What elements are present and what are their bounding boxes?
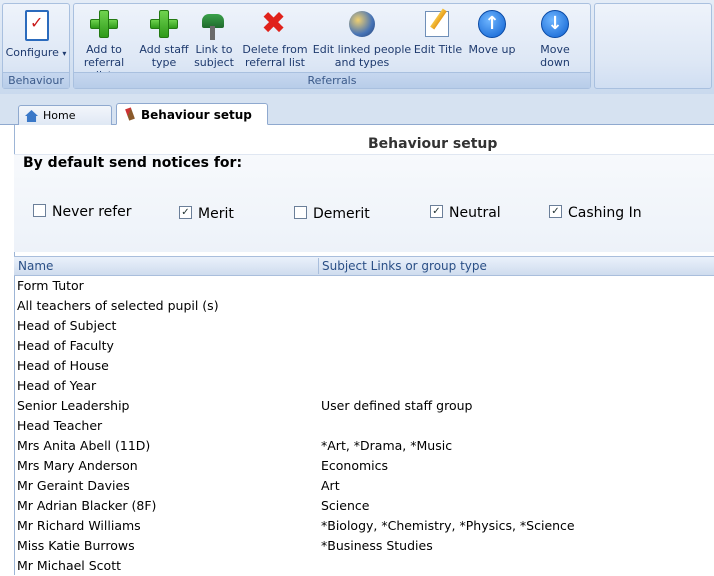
cell-subject-links: *Art, *Drama, *Music	[321, 438, 453, 453]
configure-label: Configure	[5, 46, 59, 59]
cell-name: Head Teacher	[17, 418, 103, 433]
document-tab-bar: Home page Behaviour setup	[0, 94, 714, 142]
behaviour-group: Configure ▾ Behaviour	[2, 3, 70, 89]
table-row[interactable]: Mr Richard Williams *Biology, *Chemistry,…	[14, 516, 714, 536]
table-row[interactable]: Form Tutor	[14, 276, 714, 296]
table-row[interactable]: Head of House	[14, 356, 714, 376]
cell-name: Head of House	[17, 358, 109, 373]
people-globe-icon	[346, 8, 378, 40]
referrals-group-label: Referrals	[74, 72, 590, 88]
table-row[interactable]: Mr Michael Scott	[14, 556, 714, 576]
ribbon: Configure ▾ Behaviour Add to referral li…	[0, 0, 714, 95]
neutral-checkbox[interactable]: ✓ Neutral	[430, 204, 501, 221]
cell-subject-links: Economics	[321, 458, 389, 473]
table-row[interactable]: Mrs Mary Anderson Economics	[14, 456, 714, 476]
tab-behaviour-setup-label: Behaviour setup	[141, 108, 252, 122]
cell-subject-links: Art	[321, 478, 340, 493]
checkbox-box[interactable]	[33, 203, 46, 217]
notices-title: By default send notices for:	[23, 155, 243, 171]
column-header-subject-links[interactable]: Subject Links or group type	[322, 259, 487, 273]
home-icon	[25, 110, 38, 122]
table-row[interactable]: Senior Leadership User defined staff grou…	[14, 396, 714, 416]
edit-title-button[interactable]: Edit Title	[412, 8, 464, 56]
chevron-down-icon: ▾	[62, 49, 67, 58]
tab-home-page[interactable]: Home page	[18, 105, 112, 142]
table-row[interactable]: Head of Faculty	[14, 336, 714, 356]
cell-subject-links: User defined staff group	[321, 398, 473, 413]
behaviour-group-label: Behaviour	[3, 72, 69, 88]
cell-name: Head of Year	[17, 378, 97, 393]
cell-name: Mrs Anita Abell (11D)	[17, 438, 151, 453]
cell-subject-links: *Biology, *Chemistry, *Physics, *Science	[321, 518, 575, 533]
checkbox-box[interactable]	[294, 205, 307, 219]
table-row[interactable]: All teachers of selected pupil (s)	[14, 296, 714, 316]
demerit-checkbox[interactable]: Demerit	[294, 205, 370, 222]
configure-button[interactable]: Configure ▾	[5, 8, 67, 60]
cell-subject-links: Science	[321, 498, 370, 513]
referrals-group: Add to referral list Add staff type Link…	[73, 3, 591, 89]
cell-subject-links: *Business Studies	[321, 538, 433, 553]
clipboard-check-icon	[20, 8, 52, 41]
cell-name: Mr Adrian Blacker (8F)	[17, 498, 157, 513]
table-row[interactable]: Miss Katie Burrows *Business Studies	[14, 536, 714, 556]
cashing-in-checkbox[interactable]: ✓ Cashing In	[549, 204, 642, 221]
cell-name: Mrs Mary Anderson	[17, 458, 138, 473]
signpost-icon	[198, 8, 230, 40]
arrow-down-icon: ↓	[539, 8, 571, 40]
never-refer-checkbox[interactable]: Never refer	[33, 203, 132, 220]
grid-body: Form Tutor All teachers of selected pupil…	[14, 276, 714, 576]
brush-icon	[125, 107, 135, 121]
merit-checkbox[interactable]: ✓ Merit	[179, 205, 234, 222]
grid-header: Name Subject Links or group type	[14, 256, 714, 276]
add-to-referral-list-button[interactable]: Add to referral list	[76, 8, 132, 82]
link-to-subject-button[interactable]: Link to subject	[188, 8, 240, 69]
tab-behaviour-setup[interactable]: Behaviour setup	[116, 103, 268, 125]
cell-name: Mr Michael Scott	[17, 558, 122, 573]
green-plus-icon	[148, 8, 180, 40]
table-row[interactable]: Mr Adrian Blacker (8F) Science	[14, 496, 714, 516]
checkbox-box[interactable]: ✓	[549, 204, 562, 218]
notices-panel: By default send notices for: Never refer…	[14, 154, 714, 252]
edit-linked-people-button[interactable]: Edit linked people and types	[312, 8, 412, 69]
add-staff-type-button[interactable]: Add staff type	[136, 8, 192, 69]
checkbox-box[interactable]: ✓	[430, 204, 443, 218]
page-title: Behaviour setup	[368, 136, 498, 152]
table-row[interactable]: Mrs Anita Abell (11D) *Art, *Drama, *Musi…	[14, 436, 714, 456]
cell-name: Mr Richard Williams	[17, 518, 141, 533]
checkbox-box[interactable]: ✓	[179, 205, 192, 219]
delete-from-referral-list-button[interactable]: ✖ Delete from referral list	[242, 6, 308, 70]
red-x-icon: ✖	[261, 6, 287, 41]
cell-name: Head of Faculty	[17, 338, 114, 353]
table-row[interactable]: Head of Subject	[14, 316, 714, 336]
cell-name: Miss Katie Burrows	[17, 538, 135, 553]
cell-name: Form Tutor	[17, 278, 84, 293]
column-header-name[interactable]: Name	[18, 259, 53, 273]
cell-name: Mr Geraint Davies	[17, 478, 130, 493]
move-down-button[interactable]: ↓ Move down	[524, 8, 586, 69]
green-plus-icon	[88, 8, 120, 40]
table-row[interactable]: Head Teacher	[14, 416, 714, 436]
move-up-button[interactable]: ↑ Move up	[466, 8, 518, 56]
table-row[interactable]: Head of Year	[14, 376, 714, 396]
cell-name: Senior Leadership	[17, 398, 130, 413]
column-divider[interactable]	[318, 258, 319, 274]
edit-pencil-icon	[422, 8, 454, 40]
table-row[interactable]: Mr Geraint Davies Art	[14, 476, 714, 496]
cell-name: Head of Subject	[17, 318, 117, 333]
arrow-up-icon: ↑	[476, 8, 508, 40]
cell-name: All teachers of selected pupil (s)	[17, 298, 219, 313]
ribbon-empty-group	[594, 3, 712, 89]
